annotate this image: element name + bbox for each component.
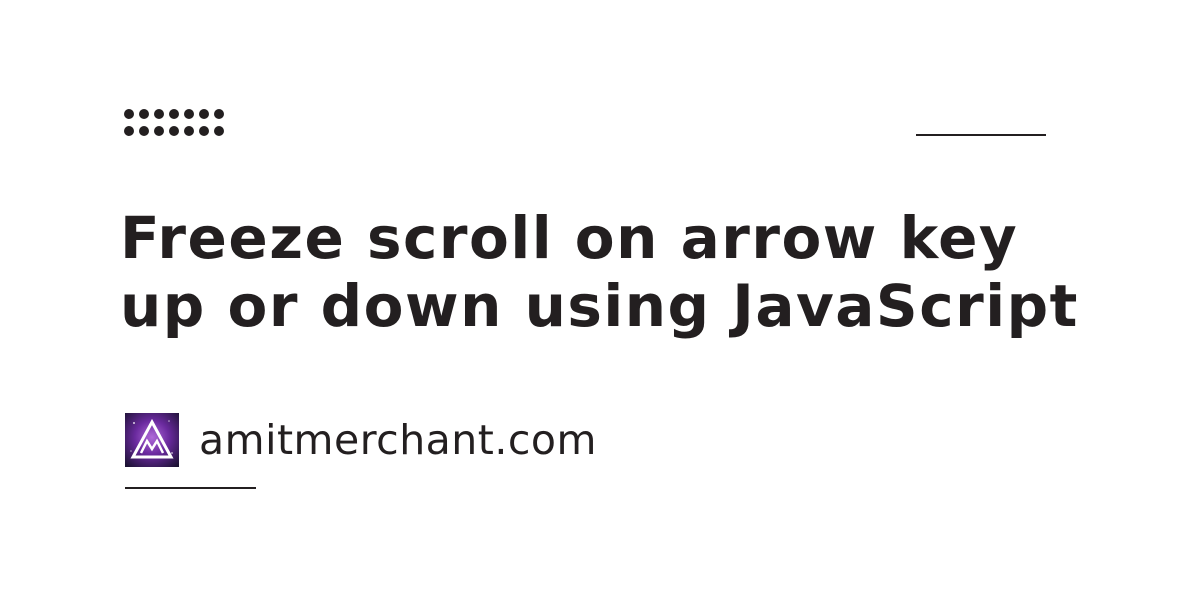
title-line-1: Freeze scroll on arrow key bbox=[120, 204, 1019, 272]
title-line-2: up or down using JavaScript bbox=[120, 272, 1079, 340]
page-title: Freeze scroll on arrow key up or down us… bbox=[120, 204, 1180, 340]
top-divider-line bbox=[916, 134, 1046, 136]
mountain-triangle-logo-icon bbox=[125, 413, 179, 467]
brand: amitmerchant.com bbox=[125, 413, 597, 467]
bottom-divider-line bbox=[125, 487, 256, 489]
site-name: amitmerchant.com bbox=[199, 416, 597, 464]
decorative-dot-grid-icon bbox=[124, 109, 224, 136]
